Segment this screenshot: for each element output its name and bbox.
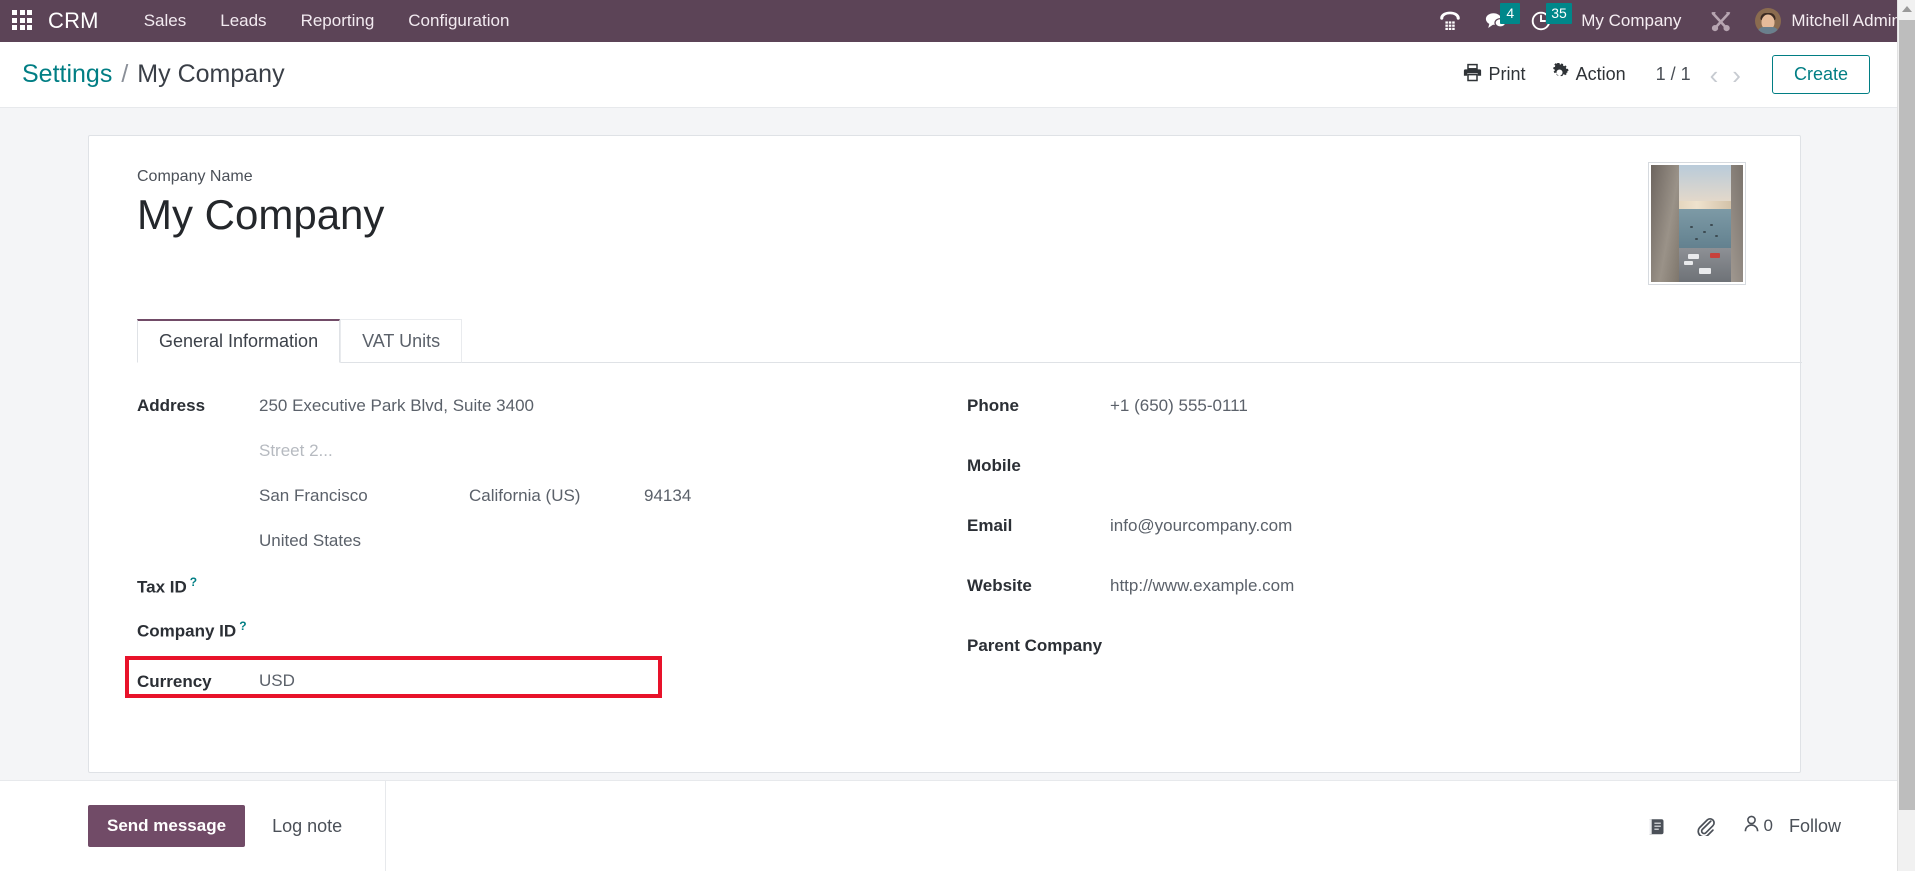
chatter-tools: 0 Follow — [1632, 810, 1897, 843]
field-website: Website http://www.example.com — [967, 573, 1757, 623]
company-id-label: Company ID? — [137, 619, 247, 641]
chatter-divider — [385, 780, 387, 871]
company-switcher[interactable]: My Company — [1565, 0, 1697, 42]
address-city-input[interactable]: San Francisco — [259, 483, 469, 507]
form-view-background: Company Name My Company General Informat… — [0, 108, 1897, 780]
tax-id-label: Tax ID? — [137, 575, 198, 597]
field-mobile: Mobile — [967, 453, 1757, 503]
follow-button[interactable]: Follow — [1785, 810, 1845, 843]
navbar-right-group: 4 35 My Company Mitchell Admin — [1427, 0, 1915, 42]
tab-panel-general-information: Address 250 Executive Park Blvd, Suite 3… — [125, 363, 1800, 700]
website-input[interactable]: http://www.example.com — [1110, 573, 1294, 597]
printer-icon — [1463, 63, 1482, 87]
phone-dialpad-icon[interactable] — [1427, 0, 1473, 42]
field-email: Email info@yourcompany.com — [967, 513, 1757, 563]
form-notebook: General Information VAT Units Address 25… — [125, 319, 1802, 700]
caret-up-icon[interactable] — [1898, 0, 1915, 18]
activity-log-icon[interactable] — [1632, 817, 1681, 836]
chat-badge-count: 4 — [1500, 3, 1521, 24]
print-label: Print — [1488, 64, 1526, 84]
followers-button[interactable]: 0 — [1730, 814, 1785, 838]
control-panel-actions: Print Action 1 / 1 ‹ › Create — [1451, 55, 1897, 94]
address-street2-input[interactable]: Street 2... — [259, 438, 764, 462]
print-button[interactable]: Print — [1451, 57, 1538, 93]
field-currency: Currency USD — [125, 656, 967, 700]
form-sheet: Company Name My Company General Informat… — [88, 135, 1802, 773]
follower-count-value: 0 — [1763, 816, 1773, 835]
field-parent-company: Parent Company — [967, 633, 1757, 673]
email-input[interactable]: info@yourcompany.com — [1110, 513, 1292, 537]
page-scrollbar[interactable] — [1897, 0, 1915, 871]
nav-menu-reporting[interactable]: Reporting — [284, 0, 392, 42]
company-name-input[interactable]: My Company — [137, 192, 384, 238]
form-column-left: Address 250 Executive Park Blvd, Suite 3… — [125, 393, 967, 700]
control-panel: Settings / My Company Print Action 1 / 1… — [0, 42, 1897, 108]
breadcrumb-separator: / — [121, 60, 129, 88]
breadcrumb-item-settings[interactable]: Settings — [22, 60, 112, 89]
company-id-help-icon[interactable]: ? — [239, 619, 246, 633]
currency-label: Currency — [137, 671, 212, 691]
tax-id-help-icon[interactable]: ? — [190, 575, 197, 589]
address-street-input[interactable]: 250 Executive Park Blvd, Suite 3400 — [259, 393, 764, 417]
send-message-button[interactable]: Send message — [88, 805, 246, 847]
company-name-label: Company Name — [137, 168, 253, 185]
app-brand-crm[interactable]: CRM — [48, 8, 99, 34]
parent-company-label: Parent Company — [967, 636, 1103, 655]
apps-grid-icon[interactable] — [12, 10, 34, 32]
tab-general-information[interactable]: General Information — [137, 319, 341, 363]
phone-input[interactable]: +1 (650) 555-0111 — [1110, 393, 1248, 417]
address-zip-input[interactable]: 94134 — [644, 483, 764, 507]
odoo-crm-window: CRM Sales Leads Reporting Configuration — [0, 0, 1915, 871]
field-phone: Phone +1 (650) 555-0111 — [967, 393, 1757, 443]
address-group: 250 Executive Park Blvd, Suite 3400 Stre… — [259, 393, 764, 552]
address-country-input[interactable]: United States — [259, 528, 764, 552]
website-label: Website — [967, 576, 1032, 595]
chevron-right-icon[interactable]: › — [1725, 62, 1748, 88]
chevron-left-icon[interactable]: ‹ — [1703, 62, 1726, 88]
nav-menu-sales[interactable]: Sales — [127, 0, 204, 42]
top-navbar: CRM Sales Leads Reporting Configuration — [0, 0, 1915, 42]
nav-menu-leads[interactable]: Leads — [203, 0, 283, 42]
nav-menu-configuration[interactable]: Configuration — [391, 0, 526, 42]
company-logo-upload[interactable] — [1648, 162, 1746, 285]
notebook-tabs: General Information VAT Units — [137, 319, 1802, 363]
action-button[interactable]: Action — [1538, 57, 1638, 93]
wrench-screwdriver-icon[interactable] — [1697, 0, 1745, 42]
gear-icon — [1550, 60, 1569, 87]
breadcrumb-item-current: My Company — [137, 60, 285, 88]
user-icon — [1742, 814, 1761, 838]
currency-input[interactable]: USD — [259, 668, 295, 692]
user-menu[interactable]: Mitchell Admin — [1745, 8, 1901, 34]
phone-label: Phone — [967, 396, 1019, 415]
record-title-block: Company Name My Company — [137, 168, 384, 237]
paperclip-icon[interactable] — [1681, 817, 1730, 836]
create-button[interactable]: Create — [1771, 55, 1870, 94]
user-name: Mitchell Admin — [1791, 11, 1901, 30]
activity-clock-icon[interactable]: 35 — [1519, 0, 1572, 42]
address-label: Address — [137, 396, 206, 415]
activity-badge-count: 35 — [1546, 3, 1572, 24]
action-label: Action — [1575, 64, 1626, 84]
address-state-input[interactable]: California (US) — [469, 483, 644, 507]
record-pager[interactable]: 1 / 1 — [1656, 64, 1691, 85]
field-address: Address 250 Executive Park Blvd, Suite 3… — [137, 393, 967, 552]
company-logo-photo — [1651, 165, 1743, 282]
form-column-right: Phone +1 (650) 555-0111 Mobile Email inf… — [967, 393, 1757, 700]
field-tax-id: Tax ID? — [137, 572, 967, 606]
chatter-bar: Send message Log note 0 Follow — [0, 780, 1897, 871]
mobile-label: Mobile — [967, 456, 1021, 475]
avatar — [1755, 8, 1782, 34]
field-company-id: Company ID? — [137, 616, 967, 650]
breadcrumb: Settings / My Company — [22, 60, 285, 89]
log-note-button[interactable]: Log note — [253, 805, 361, 848]
email-label: Email — [967, 516, 1013, 535]
tab-vat-units[interactable]: VAT Units — [340, 319, 463, 363]
scrollbar-thumb[interactable] — [1899, 20, 1915, 810]
chat-bubble-icon[interactable]: 4 — [1473, 0, 1521, 42]
